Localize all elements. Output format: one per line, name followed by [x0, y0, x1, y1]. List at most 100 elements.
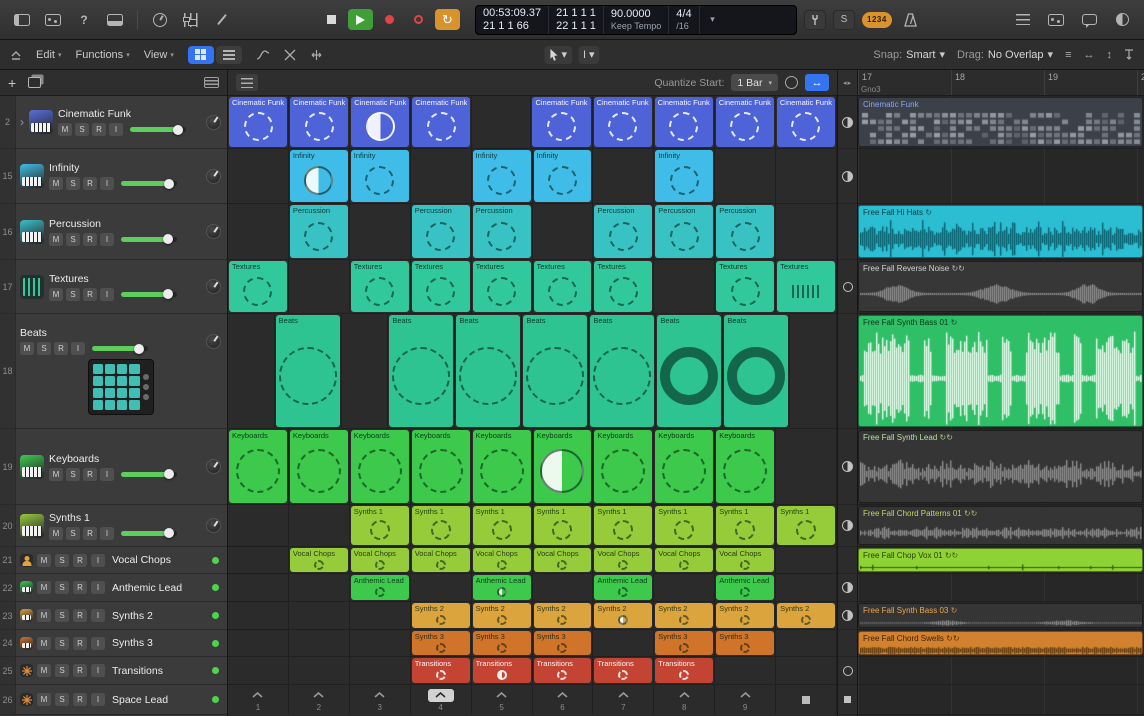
- loop-cell[interactable]: Synths 1: [473, 506, 531, 545]
- cell-slot[interactable]: Infinity: [289, 149, 350, 203]
- track-i-button[interactable]: I: [91, 581, 105, 594]
- loop-cell[interactable]: Percussion: [412, 205, 470, 258]
- loop-cell[interactable]: Percussion: [655, 205, 713, 258]
- cell-slot[interactable]: Keyboards: [289, 429, 350, 504]
- loop-cell[interactable]: Anthemic Lead: [594, 575, 652, 600]
- track-header-row[interactable]: 15InfinityMSRI: [0, 149, 227, 204]
- cell-slot[interactable]: [350, 602, 411, 629]
- grid-tracks-toggle[interactable]: [838, 149, 857, 204]
- loop-cell[interactable]: Synths 2: [594, 603, 652, 628]
- grid-tracks-toggle[interactable]: [838, 260, 857, 314]
- track-lane[interactable]: Free Fall Synth Bass 01 ↻: [858, 314, 1144, 429]
- volume-slider-thumb[interactable]: [164, 179, 174, 189]
- loop-cell[interactable]: Synths 1: [412, 506, 470, 545]
- cell-slot[interactable]: Anthemic Lead: [593, 574, 654, 601]
- list-editors-icon[interactable]: [1011, 10, 1035, 30]
- loop-cell[interactable]: Percussion: [290, 205, 348, 258]
- cell-slot[interactable]: [342, 314, 389, 428]
- cell-slot[interactable]: Textures: [593, 260, 654, 313]
- track-header-options-icon[interactable]: [204, 77, 219, 88]
- tuner-button[interactable]: [804, 10, 826, 30]
- grid-tracks-toggle[interactable]: [838, 96, 857, 149]
- track-s-button[interactable]: S: [66, 233, 80, 246]
- cell-slot[interactable]: Synths 3: [472, 630, 533, 656]
- volume-slider-thumb[interactable]: [173, 125, 183, 135]
- automation-icon[interactable]: [256, 49, 270, 61]
- cell-slot[interactable]: [776, 630, 837, 656]
- track-s-button[interactable]: S: [66, 527, 80, 540]
- loop-cell[interactable]: Synths 1: [351, 506, 409, 545]
- loop-cell[interactable]: Beats: [523, 315, 587, 427]
- cell-slot[interactable]: [790, 314, 837, 428]
- crossfade-icon[interactable]: [284, 49, 296, 61]
- volume-slider[interactable]: [121, 472, 177, 477]
- track-s-button[interactable]: S: [55, 637, 69, 650]
- cell-slot[interactable]: [654, 260, 715, 313]
- volume-slider-thumb[interactable]: [134, 344, 144, 354]
- cell-slot[interactable]: Synths 2: [593, 602, 654, 629]
- cell-slot[interactable]: [228, 630, 289, 656]
- cell-slot[interactable]: [289, 574, 350, 601]
- cell-slot[interactable]: [228, 574, 289, 601]
- grid-tracks-toggle[interactable]: [838, 574, 857, 602]
- track-m-button[interactable]: M: [37, 609, 51, 622]
- pan-knob[interactable]: [206, 115, 221, 130]
- lcd-display[interactable]: 00:53:09.37 21 1 1 66 21 1 1 1 22 1 1 1 …: [475, 5, 797, 35]
- grid-tracks-toggle[interactable]: [838, 505, 857, 547]
- track-header-row[interactable]: 17TexturesMSRI: [0, 260, 227, 314]
- cell-slot[interactable]: Cinematic Funk: [654, 96, 715, 148]
- loop-cell[interactable]: Synths 3: [534, 631, 592, 655]
- pan-knob[interactable]: [206, 518, 221, 533]
- volume-slider[interactable]: [121, 531, 177, 536]
- track-i-button[interactable]: I: [109, 123, 123, 136]
- cell-slot[interactable]: [289, 505, 350, 546]
- scene-trigger[interactable]: 3: [350, 685, 411, 715]
- scene-trigger-chevron-icon[interactable]: [306, 689, 332, 702]
- loop-cell[interactable]: Infinity: [473, 150, 531, 202]
- pan-knob[interactable]: [206, 169, 221, 184]
- loop-cell[interactable]: Keyboards: [594, 430, 652, 503]
- play-button[interactable]: [348, 9, 373, 30]
- track-m-button[interactable]: M: [37, 554, 51, 567]
- loop-cell[interactable]: Beats: [657, 315, 721, 427]
- loop-cell[interactable]: Synths 3: [716, 631, 774, 655]
- cell-slot[interactable]: Vocal Chops: [472, 547, 533, 573]
- cell-slot[interactable]: [776, 204, 837, 259]
- track-r-button[interactable]: R: [73, 609, 87, 622]
- track-s-button[interactable]: S: [55, 581, 69, 594]
- loop-cell[interactable]: Anthemic Lead: [351, 575, 409, 600]
- track-lane[interactable]: Free Fall Hi Hats ↻: [858, 204, 1144, 260]
- scene-trigger[interactable]: 7: [593, 685, 654, 715]
- track-s-button[interactable]: S: [55, 609, 69, 622]
- track-i-button[interactable]: I: [100, 527, 114, 540]
- loop-cell[interactable]: Textures: [716, 261, 774, 312]
- loop-cell[interactable]: Cinematic Funk: [229, 97, 287, 147]
- cell-slot[interactable]: Infinity: [350, 149, 411, 203]
- cell-slot[interactable]: Beats: [388, 314, 455, 428]
- track-i-button[interactable]: I: [100, 177, 114, 190]
- cell-slot[interactable]: Beats: [522, 314, 589, 428]
- scene-trigger[interactable]: 8: [654, 685, 715, 715]
- left-click-tool-button[interactable]: ▾: [544, 46, 572, 64]
- stop-button[interactable]: [319, 9, 344, 30]
- track-header-row[interactable]: 16PercussionMSRI: [0, 204, 227, 260]
- grid-tracks-toggle[interactable]: [838, 685, 857, 715]
- scene-trigger[interactable]: 1: [228, 685, 289, 715]
- loop-cell[interactable]: Keyboards: [290, 430, 348, 503]
- scene-trigger-chevron-icon[interactable]: [671, 689, 697, 702]
- cell-slot[interactable]: Percussion: [593, 204, 654, 259]
- loop-cell[interactable]: Keyboards: [534, 430, 592, 503]
- loop-cell[interactable]: Keyboards: [716, 430, 774, 503]
- audio-region[interactable]: Free Fall Reverse Noise ↻↻: [858, 261, 1143, 312]
- loop-cell[interactable]: Transitions: [594, 658, 652, 683]
- loop-cell[interactable]: Cinematic Funk: [351, 97, 409, 147]
- cell-slot[interactable]: [289, 602, 350, 629]
- track-i-button[interactable]: I: [91, 664, 105, 677]
- grid-tracks-toggle[interactable]: [838, 602, 857, 630]
- cell-slot[interactable]: Synths 3: [715, 630, 776, 656]
- cell-slot[interactable]: Cinematic Funk: [776, 96, 837, 148]
- cell-slot[interactable]: [228, 547, 289, 573]
- grid-options-button[interactable]: [236, 74, 258, 91]
- loop-cell[interactable]: Transitions: [534, 658, 592, 683]
- track-lane[interactable]: Free Fall Chord Patterns 01 ↻↻: [858, 505, 1144, 547]
